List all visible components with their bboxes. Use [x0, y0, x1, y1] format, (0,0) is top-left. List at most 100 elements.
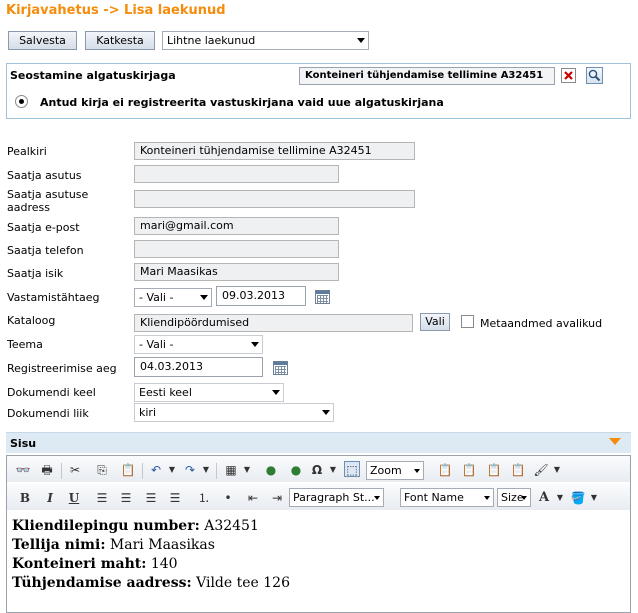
font-color-icon[interactable]: A	[536, 490, 552, 506]
paste-as-text-icon[interactable]: 📋	[510, 462, 526, 478]
calendar-icon[interactable]	[315, 290, 330, 304]
collapse-triangle-icon[interactable]	[609, 438, 621, 446]
italic-icon[interactable]: I	[42, 490, 58, 506]
background-color-dropdown-icon[interactable]: ▼	[586, 490, 602, 506]
pealkiri-label: Pealkiri	[7, 145, 47, 158]
metaandmed-label: Metaandmed avalikud	[480, 317, 603, 330]
cut-icon[interactable]: ✂	[67, 462, 83, 478]
paste-plain-icon[interactable]: 📋	[461, 462, 477, 478]
font-name-select[interactable]: Font Name	[400, 488, 494, 507]
align-center-icon[interactable]: ☰	[118, 490, 134, 506]
format-stripper-icon[interactable]: 🖌	[533, 462, 549, 478]
bold-icon[interactable]: B	[17, 490, 33, 506]
justify-icon[interactable]: ☰	[167, 490, 183, 506]
sisu-heading: Sisu	[10, 437, 37, 450]
undo-icon[interactable]: ↶	[148, 462, 164, 478]
content-line: Tellija nimi: Mari Maasikas	[12, 536, 290, 555]
editor-content[interactable]: Kliendilepingu number: A32451 Tellija ni…	[12, 517, 290, 593]
saatja-asutus-label: Saatja asutus	[7, 169, 82, 182]
special-character-dropdown-icon[interactable]: ▼	[325, 462, 341, 478]
save-button[interactable]: Salvesta	[8, 31, 77, 50]
keel-select[interactable]: Eesti keel	[134, 383, 284, 402]
align-left-icon[interactable]: ☰	[94, 490, 110, 506]
tahtaeg-date-input[interactable]: 09.03.2013	[216, 286, 306, 306]
close-icon	[564, 71, 573, 80]
background-color-icon[interactable]: 🪣	[570, 490, 586, 506]
content-line: Tühjendamise aadress: Vilde tee 126	[12, 574, 290, 593]
kataloog-input[interactable]: Kliendipöördumised	[134, 314, 413, 332]
content-line-label: Tellija nimi:	[12, 537, 106, 553]
unlink-icon[interactable]: ●	[288, 462, 304, 478]
copy-icon[interactable]: ⎘	[94, 462, 110, 478]
teema-select[interactable]: - Vali -	[134, 335, 263, 354]
outdent-icon[interactable]: ⇤	[245, 490, 261, 506]
underline-icon[interactable]: U	[66, 490, 82, 506]
table-icon[interactable]: ▦	[223, 462, 239, 478]
new-initiative-radio[interactable]	[15, 95, 28, 108]
print-icon[interactable]: 🖶	[39, 462, 55, 478]
special-character-icon[interactable]: Ω	[309, 462, 325, 478]
paste-html-icon[interactable]: 📋	[486, 462, 502, 478]
content-line-label: Tühjendamise aadress:	[12, 575, 192, 591]
keel-select-value: Eesti keel	[139, 386, 192, 399]
numbered-list-icon[interactable]: ⒈	[196, 490, 212, 506]
kataloog-vali-button[interactable]: Vali	[420, 313, 450, 331]
content-line: Kliendilepingu number: A32451	[12, 517, 290, 536]
undo-dropdown-icon[interactable]: ▼	[164, 462, 180, 478]
radio-dot	[19, 99, 24, 104]
chevron-down-icon	[272, 390, 280, 395]
zoom-select-value: Zoom	[370, 464, 402, 477]
chevron-down-icon	[374, 496, 380, 500]
align-right-icon[interactable]: ☰	[143, 490, 159, 506]
liik-label: Dokumendi liik	[7, 407, 89, 420]
table-dropdown-icon[interactable]: ▼	[239, 462, 255, 478]
select-all-icon[interactable]: ⬚	[344, 461, 360, 477]
redo-icon[interactable]: ↷	[182, 462, 198, 478]
document-type-select[interactable]: Lihtne laekunud	[162, 31, 369, 50]
pealkiri-input[interactable]: Konteineri tühjendamise tellimine A32451	[134, 142, 415, 160]
isik-label: Saatja isik	[7, 267, 64, 280]
tahtaeg-select-value: - Vali -	[139, 291, 174, 304]
saatja-aadress-label: Saatja asutuse aadress	[7, 188, 89, 214]
font-color-dropdown-icon[interactable]: ▼	[552, 490, 568, 506]
paste-icon[interactable]: 📋	[120, 462, 136, 478]
tahtaeg-select[interactable]: - Vali -	[134, 288, 212, 307]
content-line-value: Mari Maasikas	[105, 537, 215, 553]
format-stripper-dropdown-icon[interactable]: ▼	[549, 462, 565, 478]
chevron-down-icon	[484, 496, 490, 500]
isik-input[interactable]: Mari Maasikas	[134, 263, 339, 281]
content-line-label: Konteineri maht:	[12, 556, 147, 572]
chevron-down-icon	[200, 295, 208, 300]
toolbar-separator	[142, 463, 143, 479]
search-link-button[interactable]	[586, 67, 603, 84]
epost-label: Saatja e-post	[7, 221, 80, 234]
toolbar-separator	[61, 463, 62, 479]
bulleted-list-icon[interactable]: •	[220, 490, 236, 506]
reg-aeg-input[interactable]: 04.03.2013	[134, 357, 263, 377]
indent-icon[interactable]: ⇥	[269, 490, 285, 506]
content-line-value: Vilde tee 126	[191, 575, 290, 591]
find-icon[interactable]: 👓	[15, 462, 31, 478]
liik-select[interactable]: kiri	[134, 403, 334, 422]
saatja-aadress-input[interactable]	[134, 190, 415, 208]
chevron-down-icon	[414, 469, 420, 473]
telefon-input[interactable]	[134, 240, 339, 258]
saatja-asutus-input[interactable]	[134, 165, 339, 183]
paragraph-style-value: Paragraph St...	[293, 491, 375, 504]
calendar-icon[interactable]	[273, 361, 288, 375]
zoom-select[interactable]: Zoom	[366, 461, 424, 480]
linked-document-field[interactable]: Konteineri tühjendamise tellimine A32451	[299, 67, 555, 85]
sisu-section-header[interactable]	[6, 432, 631, 453]
epost-input[interactable]: mari@gmail.com	[134, 217, 339, 235]
chevron-down-icon	[251, 342, 259, 347]
hyperlink-icon[interactable]: ●	[263, 462, 279, 478]
redo-dropdown-icon[interactable]: ▼	[198, 462, 214, 478]
cancel-button[interactable]: Katkesta	[85, 31, 155, 50]
tahtaeg-label: Vastamistähtaeg	[7, 291, 100, 304]
font-size-select[interactable]: Size	[497, 488, 531, 507]
metaandmed-checkbox[interactable]	[461, 315, 474, 328]
liik-select-value: kiri	[139, 406, 157, 419]
remove-link-button[interactable]	[561, 68, 576, 83]
paste-from-word-icon[interactable]: 📋	[437, 462, 453, 478]
paragraph-style-select[interactable]: Paragraph St...	[289, 488, 384, 507]
